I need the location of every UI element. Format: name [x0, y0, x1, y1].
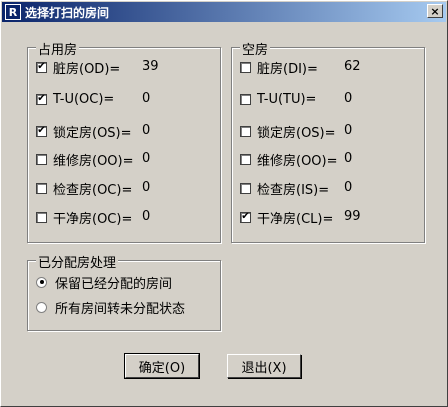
check-icon: ✔: [37, 125, 46, 136]
check-icon: ✔: [37, 61, 46, 72]
app-icon: R: [5, 4, 21, 20]
window-title: 选择打扫的房间: [25, 5, 110, 20]
occupied-item-row[interactable]: 干净房(OC)=: [36, 208, 133, 227]
occupied-item-row[interactable]: 维修房(OO)=: [36, 150, 134, 169]
occupied-item-checkbox[interactable]: ✔: [36, 93, 47, 105]
vacant-item-row[interactable]: T-U(TU)=: [240, 90, 316, 108]
vacant-item-count: 0: [344, 91, 353, 106]
dialog-window: R 选择打扫的房间 × 占用房 ✔ 脏房(OD)= 39 ✔ T-U(OC)= 0 ✔ 锁定房…: [0, 0, 448, 407]
assigned-option-label: 保留已经分配的房间: [55, 276, 173, 292]
vacant-item-row[interactable]: 检查房(IS)=: [240, 179, 330, 198]
occupied-item-row[interactable]: 检查房(OC)=: [36, 179, 133, 198]
vacant-item-row[interactable]: 锁定房(OS)=: [240, 122, 336, 141]
ok-button[interactable]: 确定(O): [124, 353, 200, 379]
vacant-item-count: 0: [344, 123, 353, 138]
vacant-item-label: T-U(TU)=: [257, 91, 317, 107]
check-icon: ✔: [37, 93, 46, 104]
assigned-option-label: 所有房间转未分配状态: [55, 301, 186, 317]
radio-dot-icon: [39, 280, 44, 284]
occupied-item-row[interactable]: ✔ 锁定房(OS)=: [36, 122, 132, 141]
vacant-item-checkbox[interactable]: [240, 93, 251, 105]
vacant-item-label: 锁定房(OS)=: [257, 125, 336, 141]
occupied-item-count: 0: [142, 123, 151, 138]
vacant-item-count: 62: [344, 59, 361, 74]
occupied-group: 占用房 ✔ 脏房(OD)= 39 ✔ T-U(OC)= 0 ✔ 锁定房(OS)= 0 维修房(OO…: [27, 39, 221, 243]
close-button[interactable]: ×: [427, 4, 443, 18]
occupied-item-checkbox[interactable]: [36, 153, 47, 165]
occupied-item-checkbox[interactable]: [36, 211, 47, 223]
occupied-item-count: 39: [142, 59, 159, 74]
vacant-item-checkbox[interactable]: [240, 153, 251, 165]
vacant-item-checkbox[interactable]: ✔: [240, 211, 251, 223]
assigned-legend: 已分配房处理: [36, 252, 119, 271]
occupied-item-count: 0: [142, 151, 151, 166]
vacant-item-label: 脏房(DI)=: [257, 61, 318, 77]
occupied-item-label: 锁定房(OS)=: [53, 125, 132, 141]
occupied-item-checkbox[interactable]: ✔: [36, 125, 47, 137]
assigned-group: 已分配房处理 保留已经分配的房间 所有房间转未分配状态: [27, 252, 221, 331]
occupied-item-count: 0: [142, 209, 151, 224]
vacant-item-checkbox[interactable]: [240, 125, 251, 137]
vacant-item-label: 干净房(CL)=: [257, 211, 334, 227]
occupied-item-label: 脏房(OD)=: [53, 61, 121, 77]
vacant-item-row[interactable]: 维修房(OO)=: [240, 150, 338, 169]
occupied-item-label: T-U(OC)=: [53, 91, 115, 107]
occupied-item-label: 维修房(OO)=: [53, 153, 134, 169]
assigned-radio[interactable]: [36, 301, 47, 313]
title-bar[interactable]: R 选择打扫的房间 ×: [2, 2, 446, 22]
vacant-item-row[interactable]: 脏房(DI)=: [240, 58, 318, 77]
assigned-radio[interactable]: [36, 276, 47, 288]
occupied-legend: 占用房: [36, 39, 80, 58]
vacant-group: 空房 脏房(DI)= 62 T-U(TU)= 0 锁定房(OS)= 0 维修房(OO)= 0 检…: [231, 39, 425, 243]
occupied-item-row[interactable]: ✔ 脏房(OD)=: [36, 58, 121, 77]
vacant-item-checkbox[interactable]: [240, 182, 251, 194]
vacant-legend: 空房: [240, 39, 271, 58]
check-icon: ✔: [241, 211, 250, 222]
assigned-option[interactable]: 所有房间转未分配状态: [36, 298, 186, 317]
occupied-item-checkbox[interactable]: [36, 182, 47, 194]
occupied-item-checkbox[interactable]: ✔: [36, 61, 47, 73]
occupied-item-count: 0: [142, 91, 151, 106]
occupied-item-count: 0: [142, 180, 151, 195]
exit-button[interactable]: 退出(X): [227, 354, 301, 378]
vacant-item-count: 0: [344, 151, 353, 166]
occupied-item-label: 干净房(OC)=: [53, 211, 133, 227]
assigned-option[interactable]: 保留已经分配的房间: [36, 273, 173, 292]
vacant-item-checkbox[interactable]: [240, 61, 251, 73]
vacant-item-label: 检查房(IS)=: [257, 182, 330, 198]
vacant-item-row[interactable]: ✔ 干净房(CL)=: [240, 208, 334, 227]
occupied-item-label: 检查房(OC)=: [53, 182, 133, 198]
vacant-item-count: 99: [344, 209, 361, 224]
vacant-item-count: 0: [344, 180, 353, 195]
occupied-item-row[interactable]: ✔ T-U(OC)=: [36, 90, 114, 108]
vacant-item-label: 维修房(OO)=: [257, 153, 338, 169]
close-icon: ×: [430, 4, 440, 18]
